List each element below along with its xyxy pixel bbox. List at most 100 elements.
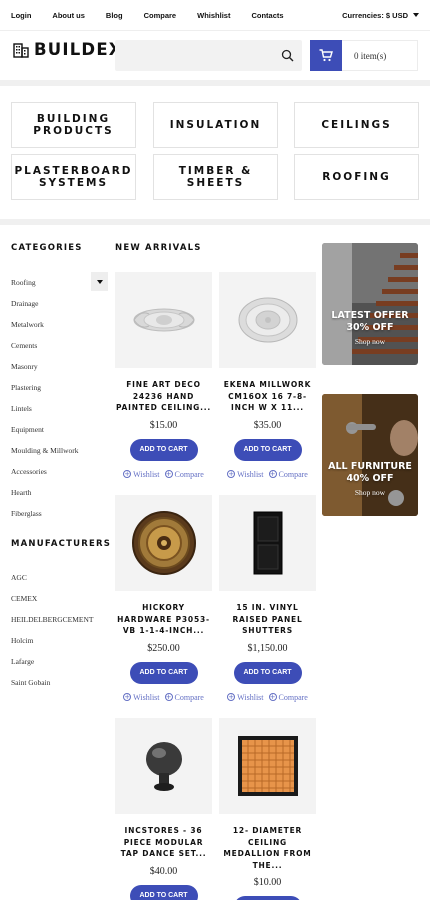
search-icon[interactable] <box>281 49 294 62</box>
add-to-cart-button[interactable]: ADD TO CART <box>233 896 302 900</box>
manufacturer-item[interactable]: CEMEX <box>11 588 107 609</box>
building-icon <box>13 42 29 58</box>
sidebar-item-label: Fiberglass <box>11 509 42 518</box>
wishlist-button[interactable]: + Wishlist <box>123 469 160 479</box>
add-to-cart-button[interactable]: ADD TO CART <box>233 661 302 684</box>
blog-link[interactable]: Blog <box>106 11 123 20</box>
product-image[interactable] <box>219 495 316 591</box>
expand-toggle[interactable] <box>91 272 108 291</box>
manufacturer-label: HEILDELBERGCEMENT <box>11 615 94 624</box>
compare-link[interactable]: Compare <box>144 11 177 20</box>
category-roofing[interactable]: ROOFING <box>294 154 419 200</box>
sidebar-item-roofing[interactable]: Roofing <box>11 272 108 293</box>
product-image[interactable] <box>115 718 212 814</box>
category-plasterboard-systems[interactable]: PLASTERBOARD SYSTEMS <box>11 154 136 200</box>
currency-label: Currencies: $ USD <box>342 10 408 20</box>
compare-label: Compare <box>278 692 308 702</box>
currency-selector[interactable]: Currencies: $ USD <box>342 11 419 20</box>
category-building-products[interactable]: BUILDING PRODUCTS <box>11 102 136 148</box>
sidebar-item-cements[interactable]: Cements <box>11 335 107 356</box>
sidebar-item-drainage[interactable]: Drainage <box>11 293 107 314</box>
wishlist-label: Wishlist <box>237 692 264 702</box>
sidebar-item-label: Equipment <box>11 425 44 434</box>
cart-button[interactable]: 0 item(s) <box>310 39 418 71</box>
add-to-cart-button[interactable]: ADD TO CART <box>233 438 302 461</box>
banner-heading: LATEST OFFER <box>331 310 409 321</box>
wishlist-button[interactable]: + Wishlist <box>123 692 160 702</box>
category-label: SHEETS <box>186 177 245 189</box>
sidebar-item-masonry[interactable]: Masonry <box>11 356 107 377</box>
product-name[interactable]: EKENA MILLWORK CM16OX 16 7-8-INCH W X 11… <box>219 379 316 414</box>
manufacturer-item[interactable]: Saint Gobain <box>11 672 107 693</box>
compare-button[interactable]: + Compare <box>268 692 308 702</box>
sidebar-item-label: Plastering <box>11 383 41 392</box>
manufacturer-label: CEMEX <box>11 594 38 603</box>
about-us-link[interactable]: About us <box>52 11 85 20</box>
plus-circle-icon: + <box>268 692 277 701</box>
sidebar-item-accessories[interactable]: Accessories <box>11 461 107 482</box>
sidebar-item-label: Metalwork <box>11 320 44 329</box>
categories-title: CATEGORIES <box>11 243 83 253</box>
manufacturer-item[interactable]: Lafarge <box>11 651 107 672</box>
sidebar-item-hearth[interactable]: Hearth <box>11 482 107 503</box>
plus-circle-icon: + <box>227 692 236 701</box>
login-link[interactable]: Login <box>11 11 31 20</box>
product-actions: + Wishlist + Compare <box>115 693 212 702</box>
sidebar-item-metalwork[interactable]: Metalwork <box>11 314 107 335</box>
all-furniture-banner[interactable]: ALL FURNITURE 40% OFF Shop now <box>322 394 418 516</box>
plus-circle-icon: + <box>123 469 132 478</box>
product-name[interactable]: 15 IN. VINYL RAISED PANEL SHUTTERS <box>219 602 316 637</box>
category-insulation[interactable]: INSULATION <box>153 102 278 148</box>
sidebar-item-label: Moulding & Millwork <box>11 446 79 455</box>
plus-circle-icon: + <box>123 692 132 701</box>
ceiling-medallion-icon <box>238 297 297 343</box>
add-to-cart-button[interactable]: ADD TO CART <box>129 438 198 461</box>
manufacturer-item[interactable]: HEILDELBERGCEMENT <box>11 609 107 630</box>
category-ceilings[interactable]: CEILINGS <box>294 102 419 148</box>
product-name[interactable]: 12- DIAMETER CEILING MEDALLION FROM THE.… <box>219 825 316 871</box>
ceiling-medallion-icon <box>133 308 194 332</box>
manufacturer-item[interactable]: AGC <box>11 567 107 588</box>
compare-button[interactable]: + Compare <box>268 470 308 479</box>
chevron-down-icon <box>413 13 419 17</box>
wishlist-button[interactable]: + Wishlist <box>227 470 264 479</box>
product-actions: + Wishlist + Compare <box>219 693 316 702</box>
product-name[interactable]: INCSTORES - 36 PIECE MODULAR TAP DANCE S… <box>115 825 212 860</box>
wishlist-button[interactable]: + Wishlist <box>227 692 264 702</box>
search-input[interactable] <box>115 40 275 71</box>
product-image[interactable] <box>219 718 316 814</box>
latest-offer-banner[interactable]: LATEST OFFER 30% OFF Shop now <box>322 243 418 365</box>
logo[interactable]: BUILDEX <box>13 40 123 59</box>
sidebar-item-moulding-millwork[interactable]: Moulding & Millwork <box>11 440 107 461</box>
manufacturer-item[interactable]: Holcim <box>11 630 107 651</box>
cart-icon <box>310 39 342 71</box>
product-image[interactable] <box>219 272 316 368</box>
shop-now-link[interactable]: Shop now <box>322 337 418 346</box>
sidebar-item-lintels[interactable]: Lintels <box>11 398 107 419</box>
sidebar-item-fiberglass[interactable]: Fiberglass <box>11 503 107 524</box>
compare-button[interactable]: + Compare <box>164 470 204 479</box>
ornate-medallion-icon <box>131 511 196 575</box>
sidebar-item-label: Cements <box>11 341 38 350</box>
shop-now-link[interactable]: Shop now <box>322 488 418 497</box>
product-price: $250.00 <box>147 642 180 654</box>
product-image[interactable] <box>115 495 212 591</box>
product-name[interactable]: HICKORY HARDWARE P3053-VB 1-1-4-INCH... <box>115 602 212 637</box>
product-price: $40.00 <box>149 865 178 877</box>
category-label: PLASTERBOARD <box>14 165 133 177</box>
category-timber-sheets[interactable]: TIMBER & SHEETS <box>153 154 278 200</box>
add-to-cart-button[interactable]: ADD TO CART <box>129 661 198 684</box>
product-name[interactable]: FINE ART DECO 24236 HAND PAINTED CEILING… <box>115 379 212 414</box>
product-image[interactable] <box>115 272 212 368</box>
add-to-cart-button[interactable]: ADD TO CART <box>129 884 198 900</box>
product-price: $35.00 <box>253 419 282 431</box>
contacts-link[interactable]: Contacts <box>251 11 283 20</box>
wishlist-label: Wishlist <box>133 692 160 702</box>
compare-button[interactable]: + Compare <box>164 693 204 702</box>
sidebar-item-equipment[interactable]: Equipment <box>11 419 107 440</box>
wishlist-link[interactable]: Whishlist <box>197 11 230 20</box>
sidebar-item-plastering[interactable]: Plastering <box>11 377 107 398</box>
category-label: PRODUCTS <box>33 125 114 137</box>
category-list: Roofing Drainage Metalwork Cements Mason… <box>11 272 108 524</box>
product-card: INCSTORES - 36 PIECE MODULAR TAP DANCE S… <box>115 718 212 900</box>
